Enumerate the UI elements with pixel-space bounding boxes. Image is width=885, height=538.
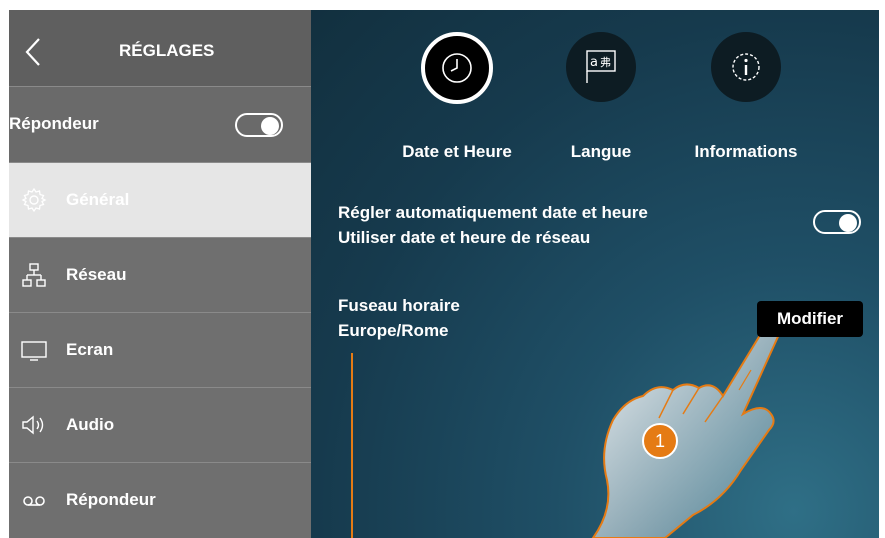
tab-circle bbox=[711, 32, 781, 102]
modify-timezone-button[interactable]: Modifier bbox=[757, 301, 863, 337]
sidebar-item-label: Répondeur bbox=[66, 490, 156, 509]
tab-language[interactable]: a 弗 Langue bbox=[556, 32, 646, 161]
settings-sidebar: RÉGLAGES Répondeur Général Réseau Ecran … bbox=[9, 10, 311, 538]
answering-machine-toggle-row: Répondeur bbox=[9, 86, 311, 163]
sidebar-item-audio[interactable]: Audio bbox=[9, 387, 311, 462]
step-callout-badge: 1 bbox=[642, 423, 678, 459]
info-icon bbox=[731, 52, 761, 87]
sidebar-item-screen[interactable]: Ecran bbox=[9, 312, 311, 387]
clock-icon bbox=[441, 52, 473, 89]
auto-datetime-toggle[interactable] bbox=[813, 210, 861, 234]
callout-line bbox=[351, 353, 353, 538]
tab-information[interactable]: Informations bbox=[695, 32, 797, 161]
gear-icon bbox=[21, 187, 47, 213]
sidebar-item-label: Ecran bbox=[66, 340, 114, 359]
svg-text:a: a bbox=[590, 55, 598, 70]
tab-label: Date et Heure bbox=[402, 142, 512, 161]
sidebar-item-label: Général bbox=[66, 190, 130, 209]
monitor-icon bbox=[21, 337, 47, 363]
sidebar-item-general[interactable]: Général bbox=[9, 162, 311, 237]
sidebar-item-answering-machine[interactable]: Répondeur bbox=[9, 462, 311, 537]
language-icon: a 弗 bbox=[585, 49, 617, 90]
auto-datetime-setting: Régler automatiquement date et heure Uti… bbox=[338, 200, 648, 250]
page-title: RÉGLAGES bbox=[119, 41, 215, 60]
answering-toggle-label: Répondeur bbox=[9, 114, 99, 133]
hand-pointer-icon bbox=[591, 320, 783, 538]
main-panel: Date et Heure a 弗 Langue Informations Ré… bbox=[311, 10, 879, 538]
sidebar-item-network[interactable]: Réseau bbox=[9, 237, 311, 312]
speaker-icon bbox=[21, 412, 47, 438]
toggle-knob bbox=[839, 214, 857, 232]
sidebar-item-label: Réseau bbox=[66, 265, 127, 284]
sidebar-header: RÉGLAGES bbox=[9, 10, 311, 86]
voicemail-icon bbox=[21, 487, 47, 513]
tab-date-time[interactable]: Date et Heure bbox=[402, 32, 512, 161]
answering-machine-toggle[interactable] bbox=[235, 113, 283, 137]
toggle-knob bbox=[261, 117, 279, 135]
timezone-setting: Fuseau horaire Europe/Rome bbox=[338, 293, 460, 343]
chevron-left-icon[interactable] bbox=[23, 36, 43, 73]
tab-circle: a 弗 bbox=[566, 32, 636, 102]
tab-label: Langue bbox=[570, 142, 632, 161]
timezone-value: Europe/Rome bbox=[338, 321, 449, 340]
tab-label: Informations bbox=[694, 142, 798, 161]
tab-circle bbox=[421, 32, 493, 104]
auto-datetime-title: Régler automatiquement date et heure bbox=[338, 203, 648, 222]
network-icon bbox=[21, 262, 47, 288]
auto-datetime-subtitle: Utiliser date et heure de réseau bbox=[338, 228, 591, 247]
sidebar-item-label: Audio bbox=[66, 415, 115, 434]
device-screen: RÉGLAGES Répondeur Général Réseau Ecran … bbox=[9, 10, 879, 538]
svg-text:弗: 弗 bbox=[600, 55, 611, 69]
timezone-label: Fuseau horaire bbox=[338, 296, 460, 315]
